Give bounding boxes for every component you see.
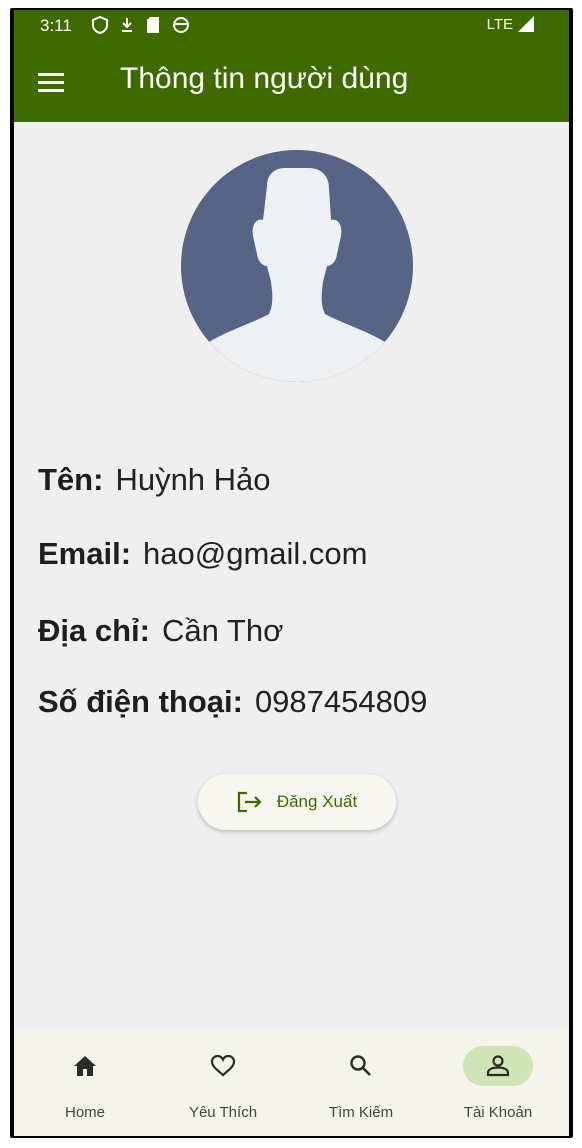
profile-name: Tên: Huỳnh Hảo <box>38 462 271 498</box>
profile-email: Email: hao@gmail.com <box>38 536 367 572</box>
nav-label-home: Home <box>64 1104 105 1121</box>
avatar <box>181 150 413 382</box>
menu-button[interactable] <box>38 70 68 94</box>
nav-item-favorites[interactable]: Yêu Thích <box>154 1028 292 1136</box>
menu-icon <box>38 73 64 76</box>
name-label: Tên: <box>38 462 104 497</box>
vpn-icon <box>92 16 108 34</box>
address-label: Địa chỉ: <box>38 613 150 648</box>
bottom-navigation: Home Yêu Thích Tìm Kiếm Tài Khoản <box>14 1028 569 1136</box>
profile-address: Địa chỉ: Cần Thơ <box>38 613 283 649</box>
home-icon <box>74 1056 96 1076</box>
logout-icon <box>237 791 262 813</box>
nav-label-account: Tài Khoản <box>463 1104 533 1121</box>
search-icon <box>350 1055 371 1076</box>
nav-label-search: Tìm Kiếm <box>328 1104 394 1121</box>
heart-icon <box>210 1054 236 1077</box>
status-right: LTE <box>487 15 535 33</box>
sim-card-icon <box>147 17 159 33</box>
nav-item-account[interactable]: Tài Khoản <box>429 1028 567 1136</box>
person-icon <box>486 1055 510 1077</box>
status-icons <box>92 14 190 36</box>
nav-item-home[interactable]: Home <box>16 1028 154 1136</box>
signal-icon <box>518 16 534 32</box>
status-time: 3:11 <box>40 16 72 35</box>
name-value: Huỳnh Hảo <box>115 462 271 497</box>
network-type: LTE <box>486 15 513 33</box>
status-bar: 3:11 LTE <box>14 10 569 42</box>
circle-status-icon <box>173 17 189 33</box>
page-title: Thông tin người dùng <box>120 62 409 95</box>
address-value: Cần Thơ <box>161 613 284 648</box>
phone-value: 0987454809 <box>254 684 428 719</box>
logout-label: Đăng Xuất <box>276 792 358 811</box>
email-label: Email: <box>38 536 132 571</box>
app-bar: Thông tin người dùng <box>14 42 569 122</box>
profile-phone: Số điện thoại: 0987454809 <box>38 684 427 720</box>
nav-item-search[interactable]: Tìm Kiếm <box>292 1028 430 1136</box>
person-silhouette-icon <box>209 168 385 382</box>
email-value: hao@gmail.com <box>143 536 368 571</box>
nav-label-favorites: Yêu Thích <box>188 1104 258 1121</box>
phone-label: Số điện thoại: <box>38 684 243 719</box>
app-screen: 3:11 LTE Thông tin người dùng Tên: Huỳnh … <box>14 10 569 1136</box>
download-icon <box>122 18 132 32</box>
logout-button[interactable]: Đăng Xuất <box>198 774 396 830</box>
